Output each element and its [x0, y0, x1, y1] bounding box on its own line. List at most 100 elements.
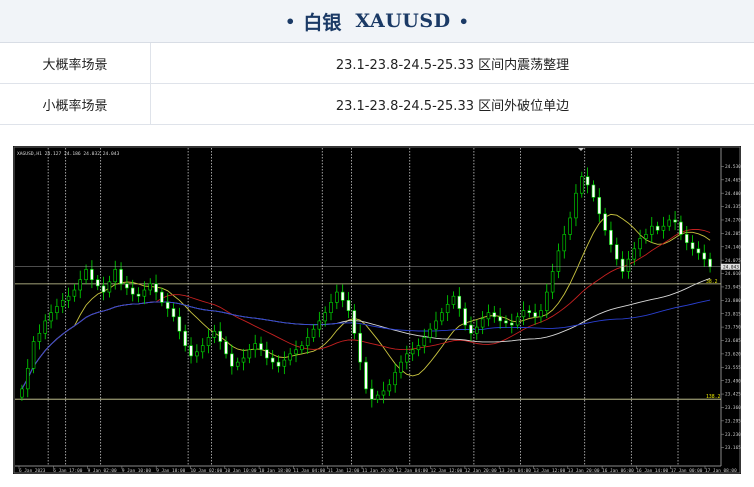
- candle-body: [527, 310, 532, 313]
- candle-body: [434, 320, 438, 330]
- candle-body: [480, 318, 485, 328]
- candle-body: [282, 359, 287, 367]
- price-tick-label: 23.230: [725, 432, 741, 438]
- candle-body: [539, 310, 543, 318]
- price-tick-label: 23.360: [725, 405, 741, 411]
- candle-body: [189, 345, 193, 357]
- candle-body: [475, 326, 479, 334]
- candle-body: [265, 349, 269, 359]
- page-title: • 白银 XAUUSD •: [0, 0, 754, 43]
- candle-body: [381, 390, 386, 396]
- candle-body: [428, 328, 432, 338]
- candle-body: [515, 316, 520, 326]
- candle-body: [556, 250, 561, 272]
- candle-body: [305, 337, 310, 346]
- candle-body: [422, 337, 427, 346]
- price-tick-label: 23.490: [725, 378, 741, 384]
- candle-body: [55, 306, 59, 313]
- title-cn: 白银: [303, 11, 342, 34]
- candle-body: [358, 332, 362, 363]
- candle-body: [101, 285, 106, 293]
- candle-body: [603, 213, 607, 231]
- candle-body: [125, 283, 129, 289]
- candle-body: [521, 310, 526, 318]
- candle-body: [580, 176, 584, 194]
- candle-body: [679, 221, 683, 235]
- candle-body: [20, 388, 24, 398]
- candle-body: [364, 361, 368, 390]
- candle-body: [276, 361, 281, 367]
- price-tick-label: 23.815: [725, 311, 741, 317]
- time-tick-label: 12 Jan 20:00: [465, 468, 497, 474]
- candle-body: [206, 337, 211, 346]
- time-tick-label: 11 Jan 12:00: [328, 468, 360, 474]
- time-tick-label: 10 Jan 10:00: [225, 468, 257, 474]
- price-tick-label: 23.880: [725, 298, 741, 304]
- candle-body: [230, 353, 234, 367]
- candle-body: [498, 316, 502, 322]
- candle-body: [667, 219, 672, 227]
- time-tick-label: 9 Jan 10:00: [122, 468, 151, 474]
- candle-body: [644, 234, 648, 239]
- scenario-text: 23.1-23.8-24.5-25.33 区间内震荡整理: [150, 43, 754, 84]
- price-tick-label: 24.140: [725, 244, 741, 250]
- level-label: 38.2: [706, 279, 718, 285]
- price-tick-label: 24.335: [725, 204, 741, 210]
- price-chart-svg: XAGUSD,H1 24.127 24.186 24.032 24.043 38…: [13, 146, 741, 474]
- price-chart: XAGUSD,H1 24.127 24.186 24.032 24.043 38…: [13, 146, 741, 474]
- candle-body: [247, 349, 252, 359]
- candle-body: [661, 225, 666, 231]
- title-bullet-left: •: [285, 11, 296, 31]
- time-tick-label: 11 Jan 04:00: [293, 468, 325, 474]
- candle-body: [696, 248, 701, 254]
- time-tick-label: 17 Jan 08:00: [705, 468, 737, 474]
- candle-body: [486, 312, 491, 320]
- price-tick-label: 23.555: [725, 365, 741, 371]
- candle-body: [107, 281, 112, 293]
- candle-body: [294, 349, 298, 355]
- price-tick-label: 24.205: [725, 231, 741, 237]
- candle-body: [60, 300, 65, 307]
- candle-body: [37, 332, 42, 342]
- price-tick-label: 24.400: [725, 191, 741, 197]
- candle-body: [568, 217, 572, 235]
- candle-body: [195, 351, 199, 357]
- candle-body: [90, 269, 94, 281]
- candle-body: [235, 361, 240, 367]
- candle-body: [463, 308, 467, 326]
- candle-body: [43, 320, 48, 334]
- candle-body: [165, 302, 170, 309]
- time-tick-label: 12 Jan 04:00: [396, 468, 428, 474]
- price-tick-label: 23.945: [725, 285, 741, 291]
- candle-body: [84, 269, 88, 281]
- candle-body: [25, 368, 30, 390]
- time-tick-label: 9 Jan 18:00: [156, 468, 185, 474]
- candle-body: [457, 295, 462, 309]
- candle-body: [504, 320, 508, 324]
- candle-body: [609, 229, 613, 245]
- time-tick-label: 10 Jan 02:00: [191, 468, 223, 474]
- time-tick-label: 6 Jan 2023: [19, 468, 46, 474]
- candle-body: [562, 234, 567, 252]
- candle-body: [492, 312, 497, 318]
- candle-body: [393, 372, 397, 386]
- scenario-row-minor: 小概率场景 23.1-23.8-24.5-25.33 区间外破位单边: [0, 83, 754, 125]
- candle-body: [49, 312, 53, 322]
- candle-body: [171, 308, 176, 318]
- candle-body: [259, 343, 263, 351]
- candle-body: [95, 279, 100, 287]
- candle-body: [638, 238, 642, 250]
- candle-body: [702, 252, 707, 260]
- time-tick-label: 17 Jan 00:00: [671, 468, 703, 474]
- current-price-label: 24.043: [723, 264, 739, 270]
- candle-body: [200, 345, 205, 353]
- candle-body: [550, 271, 555, 293]
- title-bullet-right: •: [458, 11, 469, 31]
- time-tick-label: 9 Jan 02:00: [88, 468, 117, 474]
- candle-body: [615, 244, 619, 260]
- candle-body: [212, 330, 217, 338]
- candle-body: [300, 345, 304, 351]
- candle-body: [574, 192, 578, 219]
- candle-body: [183, 330, 187, 346]
- candle-body: [177, 316, 182, 332]
